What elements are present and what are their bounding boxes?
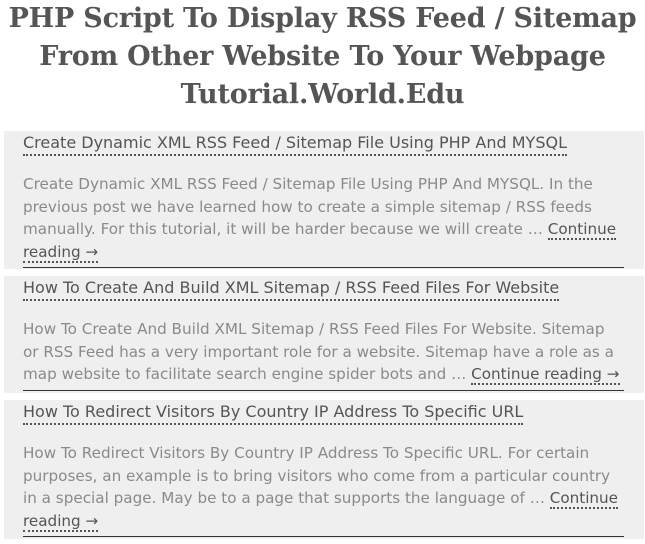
feed-item: Create Dynamic XML RSS Feed / Sitemap Fi… xyxy=(4,131,644,269)
page-title-line-1: PHP Script To Display RSS Feed / Sitemap xyxy=(8,3,637,34)
feed-item-ellipsis: … xyxy=(527,220,543,238)
page-title-line-2: From Other Website To Your Webpage xyxy=(39,41,606,72)
page-title: PHP Script To Display RSS Feed / Sitemap… xyxy=(0,0,645,114)
feed-item: How To Redirect Visitors By Country IP A… xyxy=(4,400,644,539)
rss-feed-list: Create Dynamic XML RSS Feed / Sitemap Fi… xyxy=(4,131,644,539)
feed-item-ellipsis: … xyxy=(529,489,545,507)
feed-item-ellipsis: … xyxy=(451,365,467,383)
page-title-line-3: Tutorial.World.Edu xyxy=(180,79,465,110)
feed-item-excerpt: Create Dynamic XML RSS Feed / Sitemap Fi… xyxy=(23,175,593,238)
feed-item-description: Create Dynamic XML RSS Feed / Sitemap Fi… xyxy=(23,173,624,268)
continue-reading-link[interactable]: Continue reading → xyxy=(471,365,620,385)
feed-item-description: How To Redirect Visitors By Country IP A… xyxy=(23,442,624,537)
feed-item-title-link[interactable]: Create Dynamic XML RSS Feed / Sitemap Fi… xyxy=(23,132,567,156)
feed-item-title-link[interactable]: How To Create And Build XML Sitemap / RS… xyxy=(23,277,560,301)
feed-item-title-link[interactable]: How To Redirect Visitors By Country IP A… xyxy=(23,401,524,425)
feed-item-description: How To Create And Build XML Sitemap / RS… xyxy=(23,318,624,391)
feed-item: How To Create And Build XML Sitemap / RS… xyxy=(4,276,644,393)
feed-item-excerpt: How To Redirect Visitors By Country IP A… xyxy=(23,444,611,507)
